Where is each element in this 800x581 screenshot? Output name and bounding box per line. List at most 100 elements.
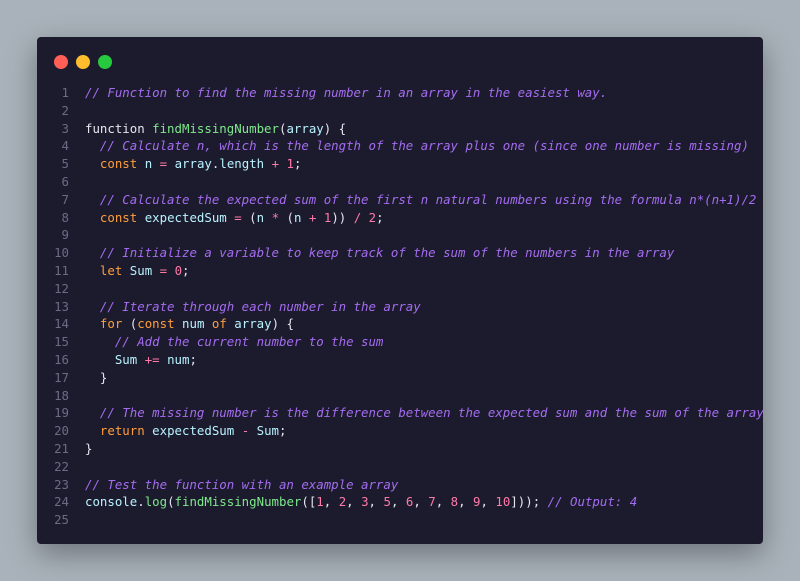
code-token-fn: log <box>144 494 168 510</box>
code-token-punc: } <box>85 440 93 456</box>
line-number: 10 <box>54 245 69 261</box>
code-line: 2 <box>37 102 763 120</box>
code-token-num: 2 <box>368 209 377 225</box>
line-source <box>85 280 763 298</box>
code-line: 1 // Function to find the missing number … <box>37 84 763 102</box>
line-source: for (const num of array) { <box>85 315 763 333</box>
code-token-num: 0 <box>174 262 183 278</box>
code-token-comment: // Test the function with an example arr… <box>85 476 399 492</box>
line-source: Sum += num; <box>85 351 763 369</box>
code-token-num: 9 <box>473 494 481 510</box>
code-line: 8 const expectedSum = (n * (n + 1)) / 2; <box>37 209 763 227</box>
code-line: 22 <box>37 458 763 476</box>
code-token-punc: . <box>137 494 145 510</box>
code-token-punc: ( <box>249 209 257 225</box>
code-token-plain: function <box>85 120 153 136</box>
code-token-var: num <box>167 351 190 367</box>
code-token-var: num <box>182 316 205 332</box>
line-number: 18 <box>54 387 69 403</box>
line-number: 14 <box>54 316 69 332</box>
code-token-punc: ; <box>294 156 302 172</box>
line-number: 19 <box>54 405 69 421</box>
code-token-var: array <box>286 120 324 136</box>
code-line: 12 <box>37 280 763 298</box>
code-token-punc: , <box>413 494 429 510</box>
code-token-num: 5 <box>383 494 391 510</box>
line-source <box>85 458 763 476</box>
minimize-dot-icon[interactable] <box>76 55 90 69</box>
code-token-punc: , <box>323 494 339 510</box>
code-token-punc: ) { <box>271 316 294 332</box>
line-number: 11 <box>54 262 69 278</box>
line-source: const expectedSum = (n * (n + 1)) / 2; <box>85 209 763 227</box>
code-token-punc: ( <box>286 209 294 225</box>
code-token-kw: for <box>99 316 123 332</box>
code-token-punc: ; <box>376 209 384 225</box>
code-token-op: + <box>271 156 280 172</box>
line-source: } <box>85 369 763 387</box>
code-token-kw: let <box>99 262 123 278</box>
code-token-var: n <box>256 209 265 225</box>
code-token-punc: )) <box>331 209 354 225</box>
code-line: 10 // Initialize a variable to keep trac… <box>37 244 763 262</box>
code-token-op: = <box>159 156 168 172</box>
code-line: 15 // Add the current number to the sum <box>37 333 763 351</box>
code-token-punc: ([ <box>301 494 317 510</box>
line-source: // Calculate the expected sum of the fir… <box>85 191 763 209</box>
code-window: 1 // Function to find the missing number … <box>37 37 764 544</box>
code-token-var: console <box>85 494 138 510</box>
code-token-punc: ) { <box>323 120 347 136</box>
line-source: // The missing number is the difference … <box>85 404 764 422</box>
code-token-comment: // Calculate n, which is the length of t… <box>99 138 749 154</box>
code-token-kw: const <box>99 209 138 225</box>
line-source: console.log(findMissingNumber([1, 2, 3, … <box>85 493 763 511</box>
line-source: // Initialize a variable to keep track o… <box>85 244 763 262</box>
code-line: 24 console.log(findMissingNumber([1, 2, 3… <box>37 493 763 511</box>
line-number: 25 <box>54 512 69 528</box>
line-number: 3 <box>61 120 69 136</box>
line-number: 16 <box>54 351 69 367</box>
code-token-num: 1 <box>316 494 324 510</box>
line-number: 24 <box>54 494 69 510</box>
code-token-op: * <box>271 209 280 225</box>
code-token-var: length <box>219 156 265 172</box>
code-token-kw: return <box>99 423 145 439</box>
code-token-var: Sum <box>129 262 153 278</box>
code-token-num: 8 <box>450 494 459 510</box>
code-line: 11 let Sum = 0; <box>37 262 763 280</box>
line-source: function findMissingNumber(array) { <box>85 120 763 138</box>
line-source: } <box>85 440 763 458</box>
code-line: 5 const n = array.length + 1; <box>37 155 763 173</box>
line-source: const n = array.length + 1; <box>85 155 763 173</box>
code-line: 25 <box>37 511 763 529</box>
line-source <box>85 102 763 120</box>
code-token-var: array <box>234 316 272 332</box>
line-number: 13 <box>54 298 69 314</box>
maximize-dot-icon[interactable] <box>98 55 112 69</box>
window-controls <box>54 55 112 69</box>
code-line: 3 function findMissingNumber(array) { <box>37 120 763 138</box>
close-dot-icon[interactable] <box>54 55 68 69</box>
line-source <box>85 173 763 191</box>
code-line: 23 // Test the function with an example a… <box>37 476 763 494</box>
code-line: 14 for (const num of array) { <box>37 315 763 333</box>
code-token-comment: // Calculate the expected sum of the fir… <box>99 191 757 207</box>
line-number: 12 <box>54 280 69 296</box>
